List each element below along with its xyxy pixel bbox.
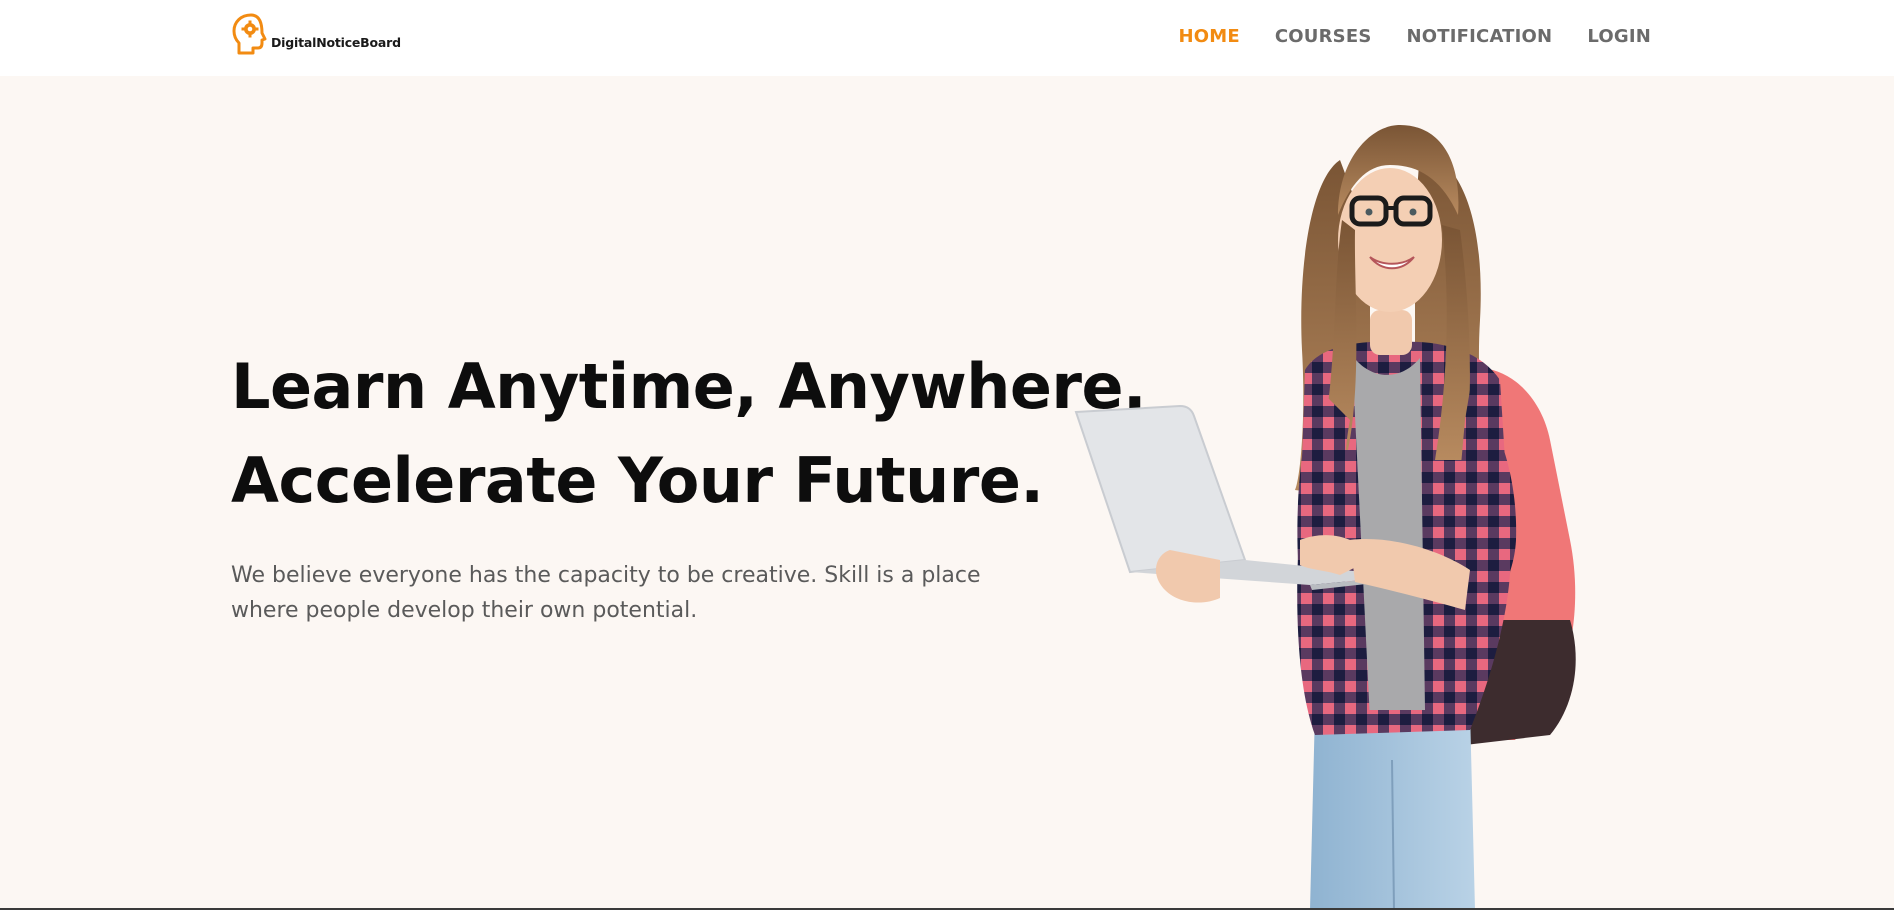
main-nav: HOME COURSES NOTIFICATION LOGIN xyxy=(1179,26,1652,47)
nav-notification[interactable]: NOTIFICATION xyxy=(1407,26,1553,47)
student-with-laptop-illustration xyxy=(1074,125,1576,910)
nav-login[interactable]: LOGIN xyxy=(1587,26,1651,47)
hero-headline: Learn Anytime, Anywhere. Accelerate Your… xyxy=(231,340,1147,528)
nav-courses[interactable]: COURSES xyxy=(1275,26,1372,47)
hero-headline-line-1: Learn Anytime, Anywhere. xyxy=(231,350,1147,423)
hero-headline-line-2: Accelerate Your Future. xyxy=(231,444,1044,517)
brand-logo[interactable]: DigitalNoticeBoard xyxy=(231,12,401,56)
site-header: DigitalNoticeBoard HOME COURSES NOTIFICA… xyxy=(0,0,1894,76)
hero-description: We believe everyone has the capacity to … xyxy=(231,563,981,623)
head-gear-icon xyxy=(232,13,267,55)
nav-home[interactable]: HOME xyxy=(1179,26,1240,47)
brand-name: DigitalNoticeBoard xyxy=(271,35,401,50)
